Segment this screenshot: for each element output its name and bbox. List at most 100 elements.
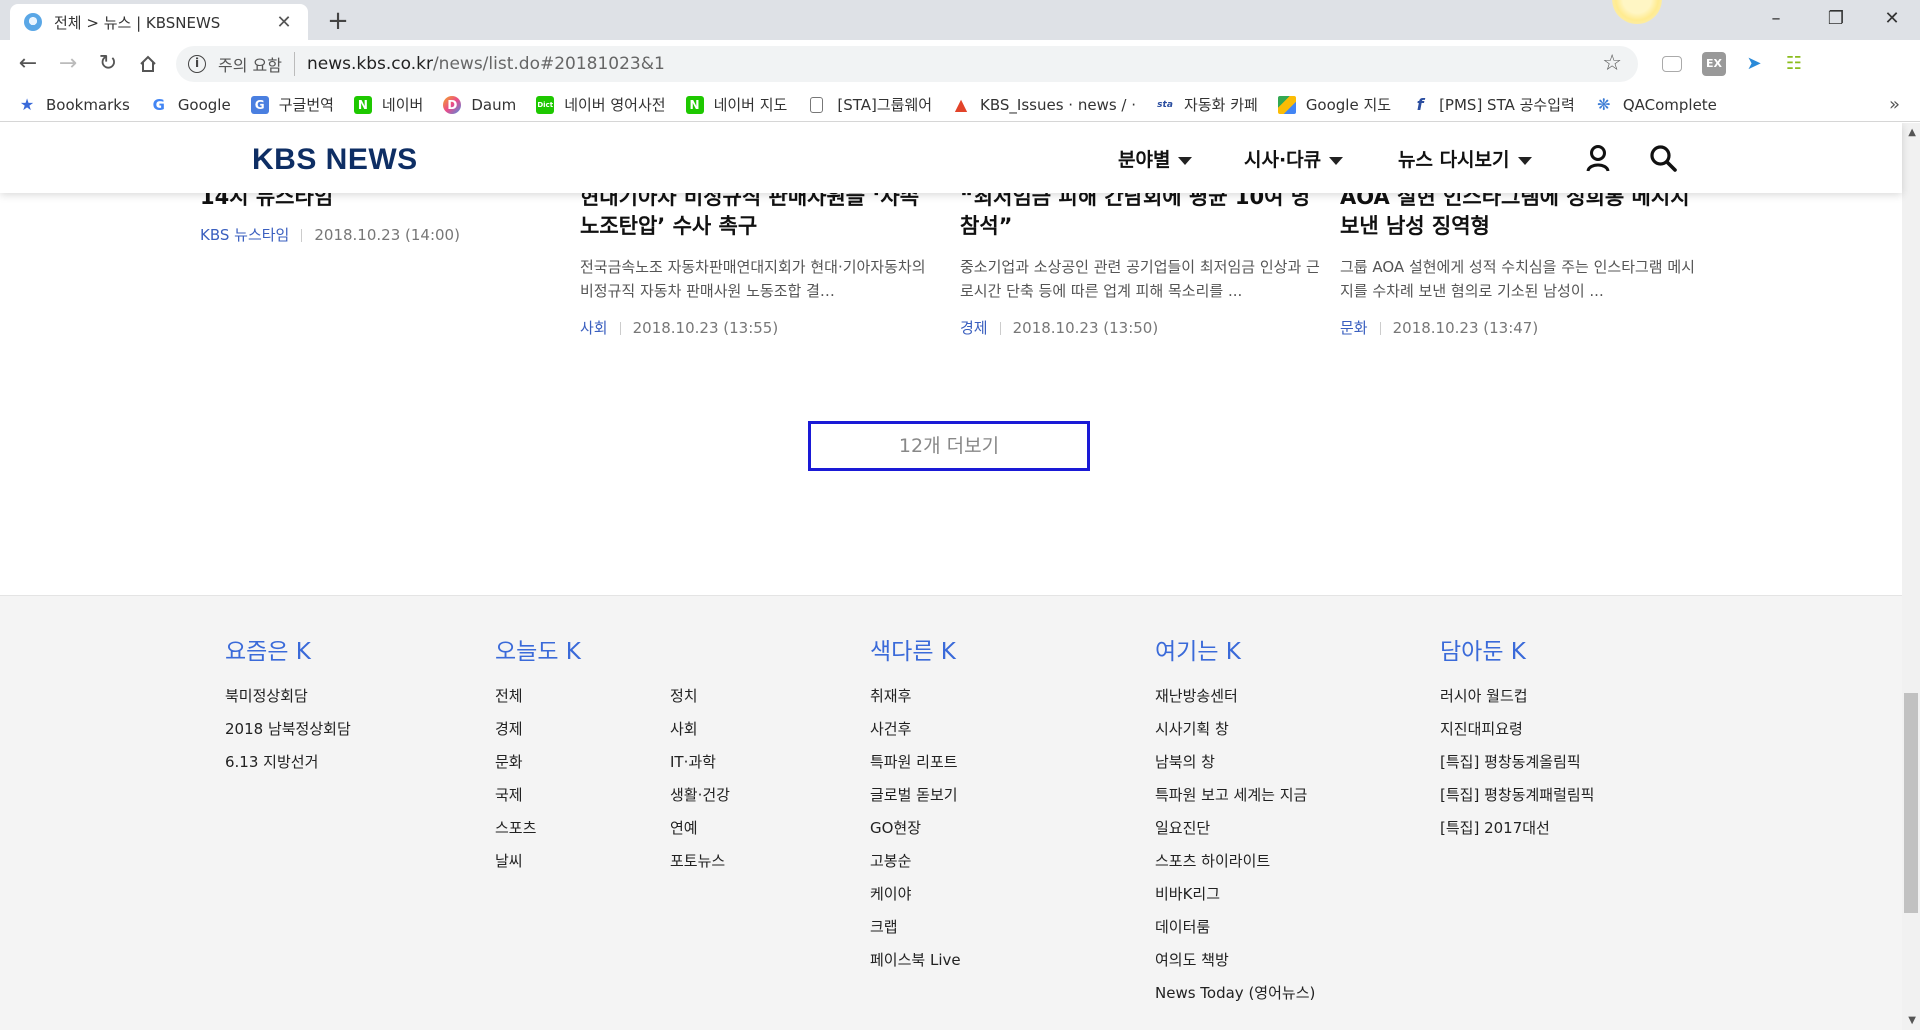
bookmark-item[interactable]: Google 지도 — [1277, 94, 1391, 115]
home-icon[interactable] — [132, 48, 164, 80]
extension-arrow-icon[interactable]: ➤ — [1742, 52, 1766, 76]
scrollbar-thumb[interactable] — [1904, 693, 1918, 913]
footer-column-today: 오늘도 K 전체 경제 문화 국제 스포츠 날씨 정치 사회 IT·과학 생활·… — [495, 632, 730, 882]
footer-link[interactable]: 특파원 리포트 — [870, 750, 961, 783]
article-category[interactable]: 사회 — [580, 319, 608, 337]
article-meta: KBS 뉴스타임 2018.10.23 (14:00) — [200, 224, 560, 245]
bookmark-item[interactable]: N 네이버 지도 — [685, 94, 787, 115]
article-card[interactable]: 현대기아차 비정규직 판매사원들 ‘자속 노조탄압’ 수사 촉구 전국금속노조 … — [580, 183, 940, 338]
bookmark-item[interactable]: ★ Bookmarks — [18, 95, 130, 114]
bookmarks-overflow-icon[interactable]: » — [1889, 94, 1900, 115]
footer-link[interactable]: 페이스북 Live — [870, 948, 961, 981]
tab-active[interactable]: 전체 > 뉴스 | KBSNEWS ✕ — [10, 4, 308, 40]
load-more-button[interactable]: 12개 더보기 — [808, 421, 1090, 471]
kbs-news-logo[interactable]: KBS NEWS — [252, 143, 418, 177]
footer-link[interactable]: GO현장 — [870, 816, 961, 849]
browser-toolbar: ← → ↻ i 주의 요함 news.kbs.co.kr /news/list.… — [0, 40, 1920, 117]
nav-news-replay[interactable]: 뉴스 다시보기 — [1398, 145, 1532, 172]
meta-divider — [1379, 322, 1381, 335]
decoration-icon — [1612, 0, 1662, 24]
bookmark-item[interactable]: G 구글번역 — [250, 94, 334, 115]
bookmark-star-icon[interactable]: ☆ — [1602, 51, 1622, 76]
footer-link[interactable]: 스포츠 하이라이트 — [1155, 849, 1315, 882]
footer-link[interactable]: 날씨 — [495, 849, 670, 882]
footer-link[interactable]: 재난방송센터 — [1155, 684, 1315, 717]
footer-link[interactable]: 러시아 월드컵 — [1440, 684, 1594, 717]
qa-icon: ❋ — [1597, 94, 1611, 114]
scroll-up-icon[interactable]: ▲ — [1908, 127, 1916, 138]
bookmark-item[interactable]: D Daum — [443, 95, 516, 114]
forward-icon[interactable]: → — [52, 48, 84, 80]
footer-link[interactable]: 문화 — [495, 750, 670, 783]
footer-link[interactable]: 지진대피요령 — [1440, 717, 1594, 750]
footer-link[interactable]: 북미정상회담 — [225, 684, 351, 717]
address-bar[interactable]: i 주의 요함 news.kbs.co.kr /news/list.do#201… — [176, 46, 1638, 82]
security-warning[interactable]: 주의 요함 — [218, 52, 295, 76]
footer-link[interactable]: 사건후 — [870, 717, 961, 750]
page-scrollbar[interactable]: ▲ ▼ — [1902, 123, 1920, 1030]
article-summary[interactable]: 중소기업과 소상공인 관련 공기업들이 최저임금 인상과 근로시간 단축 등에 … — [960, 255, 1320, 303]
extension-screen-icon[interactable] — [1662, 56, 1682, 72]
close-window-icon[interactable]: ✕ — [1862, 0, 1920, 38]
footer-link[interactable]: 연예 — [670, 816, 730, 849]
footer-link[interactable]: 국제 — [495, 783, 670, 816]
search-icon[interactable] — [1648, 143, 1678, 173]
footer-link[interactable]: 비바K리그 — [1155, 882, 1315, 915]
footer-link[interactable]: 생활·건강 — [670, 783, 730, 816]
footer-link[interactable]: 스포츠 — [495, 816, 670, 849]
article-category[interactable]: 경제 — [960, 319, 988, 337]
footer-link[interactable]: [특집] 평창동계패럴림픽 — [1440, 783, 1594, 816]
bookmark-item[interactable]: Dict 네이버 영어사전 — [536, 94, 666, 115]
article-summary[interactable]: 그룹 AOA 설현에게 성적 수치심을 주는 인스타그램 메시지를 수차례 보낸… — [1340, 255, 1700, 303]
nav-current-affairs[interactable]: 시사·다큐 — [1244, 145, 1344, 172]
footer-link[interactable]: 고봉순 — [870, 849, 961, 882]
new-tab-button[interactable]: + — [322, 6, 354, 38]
footer-link[interactable]: 포토뉴스 — [670, 849, 730, 882]
restore-icon[interactable]: ❐ — [1806, 0, 1866, 38]
footer-link[interactable]: 2018 남북정상회담 — [225, 717, 351, 750]
article-card[interactable]: “최저임금 피해 간담회에 평균 10여 명 참석” 중소기업과 소상공인 관련… — [960, 183, 1320, 338]
bookmark-item[interactable]: N 네이버 — [353, 94, 423, 115]
extension-ladder-icon[interactable]: ☷ — [1782, 52, 1806, 76]
naver-icon: N — [353, 95, 372, 114]
footer-link[interactable]: IT·과학 — [670, 750, 730, 783]
footer-link[interactable]: 특파원 보고 세계는 지금 — [1155, 783, 1315, 816]
footer-link[interactable]: 취재후 — [870, 684, 961, 717]
bookmarks-bar: ★ Bookmarks G Google G 구글번역 N 네이버 D Daum Dict… — [0, 88, 1920, 122]
info-icon[interactable]: i — [188, 55, 206, 73]
footer-link[interactable]: 사회 — [670, 717, 730, 750]
extension-ex-icon[interactable]: EX — [1702, 52, 1726, 76]
reload-icon[interactable]: ↻ — [92, 48, 124, 80]
footer-link[interactable]: 남북의 창 — [1155, 750, 1315, 783]
bookmark-item[interactable]: sta 자동화 카페 — [1156, 94, 1258, 115]
article-summary[interactable]: 전국금속노조 자동차판매연대지회가 현대·기아자동차의 비정규직 자동차 판매사… — [580, 255, 940, 303]
footer-link[interactable]: 정치 — [670, 684, 730, 717]
close-tab-icon[interactable]: ✕ — [274, 12, 294, 33]
footer-link[interactable]: 시사기획 창 — [1155, 717, 1315, 750]
article-card[interactable]: AOA 설현 인스타그램에 성희롱 메시지 보낸 남성 징역형 그룹 AOA 설… — [1340, 183, 1700, 338]
footer-link[interactable]: News Today (영어뉴스) — [1155, 981, 1315, 1014]
minimize-icon[interactable]: – — [1746, 0, 1806, 38]
user-icon[interactable] — [1583, 143, 1613, 173]
bookmark-item[interactable]: f [PMS] STA 공수입력 — [1411, 94, 1575, 115]
article-category[interactable]: 문화 — [1340, 319, 1368, 337]
bookmark-item[interactable]: G Google — [150, 96, 231, 114]
footer-link[interactable]: 크랩 — [870, 915, 961, 948]
bookmark-item[interactable]: [STA]그룹웨어 — [807, 94, 932, 115]
scroll-down-icon[interactable]: ▼ — [1908, 1015, 1916, 1026]
article-category[interactable]: KBS 뉴스타임 — [200, 226, 289, 244]
footer-link[interactable]: 글로벌 돋보기 — [870, 783, 961, 816]
footer-link[interactable]: 전체 — [495, 684, 670, 717]
nav-category[interactable]: 분야별 — [1118, 145, 1193, 172]
footer-link[interactable]: 데이터룸 — [1155, 915, 1315, 948]
footer-link[interactable]: 케이야 — [870, 882, 961, 915]
footer-link[interactable]: 경제 — [495, 717, 670, 750]
back-icon[interactable]: ← — [12, 48, 44, 80]
footer-link[interactable]: [특집] 2017대선 — [1440, 816, 1594, 849]
footer-link[interactable]: 여의도 책방 — [1155, 948, 1315, 981]
footer-link[interactable]: 6.13 지방선거 — [225, 750, 351, 783]
bookmark-item[interactable]: ❋ QAComplete — [1595, 94, 1717, 114]
footer-link[interactable]: [특집] 평창동계올림픽 — [1440, 750, 1594, 783]
footer-link[interactable]: 일요진단 — [1155, 816, 1315, 849]
bookmark-item[interactable]: ▲ KBS_Issues · news / · — [952, 95, 1136, 114]
